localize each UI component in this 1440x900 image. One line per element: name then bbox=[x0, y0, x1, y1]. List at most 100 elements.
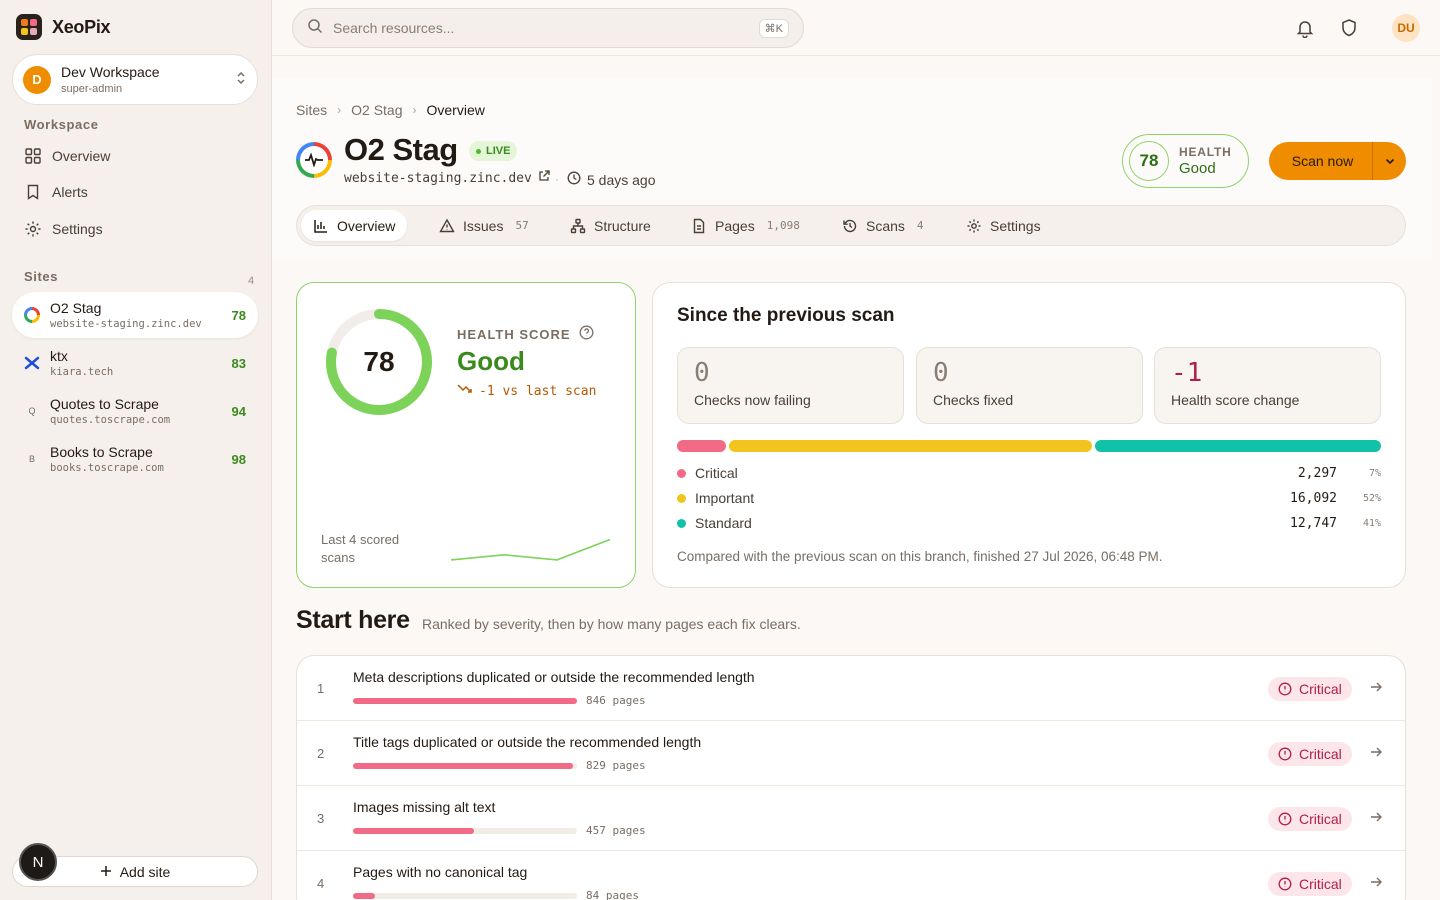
alert-circle-icon bbox=[1278, 682, 1292, 696]
alert-circle-icon bbox=[1278, 877, 1292, 891]
arrow-right-icon[interactable] bbox=[1369, 875, 1383, 894]
sidebar-site-o2-stag[interactable]: O2 Stag website-staging.zinc.dev 78 bbox=[12, 292, 258, 338]
gear-icon bbox=[25, 221, 41, 237]
site-name: Books to Scrape bbox=[50, 444, 153, 460]
site-url: website-staging.zinc.dev bbox=[344, 170, 532, 186]
legend-standard: Standard 12,747 41% bbox=[677, 514, 1381, 532]
tab-count: 4 bbox=[916, 219, 924, 232]
sidebar-site-quotes[interactable]: Q Quotes to Scrape quotes.toscrape.com 9… bbox=[12, 388, 258, 434]
sidebar-item-overview[interactable]: Overview bbox=[24, 147, 110, 165]
tab-structure[interactable]: Structure bbox=[558, 210, 663, 241]
site-name: Quotes to Scrape bbox=[50, 396, 159, 412]
bell-icon[interactable] bbox=[1295, 18, 1315, 39]
health-score-card: 78 HEALTH SCORE Good -1 vs last scan Las… bbox=[296, 282, 636, 588]
issue-row[interactable]: 4 Pages with no canonical tag 84 pages C… bbox=[297, 851, 1405, 900]
workspace-avatar: D bbox=[23, 65, 51, 94]
sparkline-label: Last 4 scored scans bbox=[321, 532, 400, 565]
since-previous-scan-card: Since the previous scan 0 Checks now fai… bbox=[652, 282, 1406, 588]
bookmark-icon bbox=[27, 184, 39, 200]
tab-pages[interactable]: Pages 1,098 bbox=[679, 210, 812, 241]
workspace-switcher[interactable]: D Dev Workspace super-admin bbox=[12, 54, 258, 105]
document-icon bbox=[693, 218, 705, 233]
severity-segment-standard bbox=[1094, 440, 1381, 452]
arrow-right-icon[interactable] bbox=[1369, 745, 1383, 764]
arrow-right-icon[interactable] bbox=[1369, 810, 1383, 829]
workspace-role: super-admin bbox=[61, 83, 123, 95]
sidebar-item-alerts[interactable]: Alerts bbox=[24, 183, 88, 201]
issue-list: 1 Meta descriptions duplicated or outsid… bbox=[296, 655, 1406, 900]
breadcrumb-current: Overview bbox=[426, 102, 485, 118]
sidebar-item-label: Alerts bbox=[52, 184, 88, 200]
stat-checks-fixed: 0 Checks fixed bbox=[916, 347, 1143, 424]
live-dot-icon bbox=[476, 148, 481, 154]
stat-checks-failing: 0 Checks now failing bbox=[677, 347, 904, 424]
sidebar-site-books[interactable]: B Books to Scrape books.toscrape.com 98 bbox=[12, 436, 258, 482]
chevron-down-icon bbox=[1385, 158, 1394, 165]
arrow-right-icon[interactable] bbox=[1369, 680, 1383, 699]
dev-tools-badge[interactable]: N bbox=[19, 843, 57, 881]
scan-now-button[interactable]: Scan now bbox=[1269, 153, 1372, 169]
health-score-label: HEALTH SCORE bbox=[457, 325, 594, 343]
site-host: kiara.tech bbox=[50, 366, 114, 378]
external-link-icon bbox=[538, 170, 550, 186]
brand-logo bbox=[16, 14, 42, 40]
separator-dot: · bbox=[555, 172, 559, 186]
issue-row[interactable]: 2 Title tags duplicated or outside the r… bbox=[297, 721, 1405, 786]
shield-icon[interactable] bbox=[1339, 18, 1359, 38]
alert-circle-icon bbox=[1278, 747, 1292, 761]
health-score: 78 bbox=[1129, 141, 1169, 181]
sidebar-site-ktx[interactable]: ktx kiara.tech 83 bbox=[12, 340, 258, 386]
health-value: Good bbox=[1179, 160, 1216, 177]
search-input[interactable] bbox=[333, 20, 749, 36]
alert-circle-icon bbox=[1278, 812, 1292, 826]
site-initial-icon: Q bbox=[28, 406, 36, 416]
history-icon bbox=[843, 219, 857, 232]
tab-settings[interactable]: Settings bbox=[954, 210, 1053, 241]
tab-scans[interactable]: Scans 4 bbox=[830, 210, 936, 241]
user-avatar[interactable]: DU bbox=[1392, 14, 1420, 42]
page-title: O2 Stag bbox=[344, 132, 458, 167]
breadcrumb-site[interactable]: O2 Stag bbox=[351, 102, 402, 118]
since-footnote: Compared with the previous scan on this … bbox=[677, 549, 1163, 564]
site-name: ktx bbox=[50, 348, 68, 364]
site-score: 98 bbox=[231, 451, 246, 467]
site-score: 78 bbox=[231, 307, 246, 323]
help-icon[interactable] bbox=[579, 325, 594, 343]
health-delta: -1 vs last scan bbox=[457, 383, 596, 399]
site-logo bbox=[296, 142, 332, 178]
breadcrumb-sites[interactable]: Sites bbox=[296, 102, 327, 118]
legend-critical: Critical 2,297 7% bbox=[677, 464, 1381, 482]
issue-row[interactable]: 3 Images missing alt text 457 pages Crit… bbox=[297, 786, 1405, 851]
scan-now-button-group: Scan now bbox=[1269, 142, 1406, 180]
chevron-right-icon: › bbox=[412, 103, 417, 117]
sparkline-line bbox=[451, 538, 611, 561]
start-here-title: Start here bbox=[296, 606, 410, 634]
breadcrumb: Sites › O2 Stag › Overview bbox=[296, 102, 485, 118]
tab-overview[interactable]: Overview bbox=[301, 210, 408, 241]
site-score: 94 bbox=[231, 403, 246, 419]
start-here-subtitle: Ranked by severity, then by how many pag… bbox=[422, 616, 801, 632]
severity-badge: Critical bbox=[1268, 742, 1352, 766]
sites-count: 4 bbox=[248, 275, 255, 287]
tab-count: 1,098 bbox=[766, 219, 800, 232]
site-url-link[interactable]: website-staging.zinc.dev bbox=[344, 170, 550, 186]
chevron-right-icon: › bbox=[337, 103, 342, 117]
site-initial-icon: B bbox=[28, 454, 35, 464]
search-bar[interactable]: ⌘K bbox=[292, 8, 804, 48]
issue-bar bbox=[353, 828, 474, 834]
warning-triangle-icon bbox=[439, 218, 455, 232]
issue-bar bbox=[353, 893, 376, 899]
search-icon bbox=[307, 18, 323, 39]
sidebar-item-settings[interactable]: Settings bbox=[24, 220, 103, 238]
severity-segment-important bbox=[728, 440, 1092, 452]
issue-row[interactable]: 1 Meta descriptions duplicated or outsid… bbox=[297, 656, 1405, 721]
tab-issues[interactable]: Issues 57 bbox=[427, 210, 541, 241]
site-host: website-staging.zinc.dev bbox=[50, 318, 202, 330]
shortcut-hint: ⌘K bbox=[758, 18, 789, 38]
site-score: 83 bbox=[231, 355, 246, 371]
sitemap-icon bbox=[570, 218, 586, 233]
scan-options-button[interactable] bbox=[1372, 142, 1406, 180]
brand[interactable]: XeoPix bbox=[16, 14, 111, 40]
severity-segment-critical bbox=[677, 440, 726, 452]
bar-chart-icon bbox=[314, 219, 327, 233]
